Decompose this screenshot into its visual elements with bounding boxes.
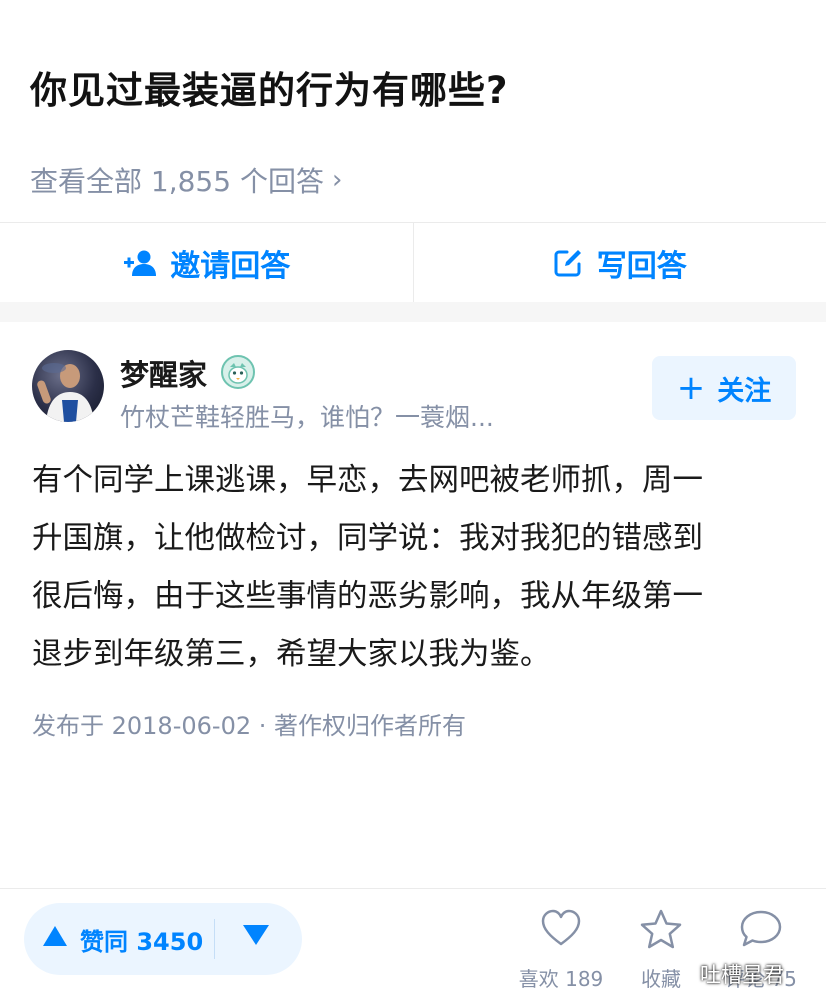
section-divider <box>0 302 826 322</box>
follow-label: 关注 <box>717 375 772 407</box>
follow-button[interactable]: + 关注 <box>652 356 796 420</box>
invite-user-icon <box>122 249 157 277</box>
triangle-up-icon <box>42 925 68 953</box>
upvote-label: 赞同 3450 <box>80 927 204 956</box>
vote-pill: 赞同 3450 <box>24 903 302 975</box>
question-title: 你见过最装逼的行为有哪些? <box>30 69 509 112</box>
answer-line: 升国旗，让他做检讨，同学说：我对我犯的错感到 <box>32 521 703 556</box>
watermark: 吐槽星君 <box>700 963 784 987</box>
downvote-button[interactable] <box>242 923 270 951</box>
plus-icon: + <box>676 368 706 408</box>
write-answer-button[interactable]: 写回答 <box>412 223 826 302</box>
invite-answer-button[interactable]: 邀请回答 <box>0 223 413 302</box>
write-answer-label: 写回答 <box>596 248 687 284</box>
answer-line: 退步到年级第三，希望大家以我为鉴。 <box>32 637 551 672</box>
publish-info: 发布于 2018-06-02 · 著作权归作者所有 <box>32 712 466 740</box>
like-button[interactable]: 喜欢 189 <box>516 909 606 992</box>
upvote-button[interactable]: 赞同 3450 <box>24 922 203 957</box>
invite-answer-label: 邀请回答 <box>170 248 291 284</box>
like-label: 喜欢 189 <box>518 967 604 991</box>
answer-line: 很后悔，由于这些事情的恶劣影响，我从年级第一 <box>32 579 703 614</box>
author-row: 梦醒家 竹杖芒鞋轻胜马，谁怕？一蓑烟... + 关注 <box>0 322 826 442</box>
author-name[interactable]: 梦醒家 <box>120 352 207 394</box>
triangle-down-icon <box>243 925 269 945</box>
chevron-right-icon: › <box>331 165 343 195</box>
answer-line: 有个同学上课逃课，早恋，去网吧被老师抓，周一 <box>32 463 703 498</box>
bottom-bar: 赞同 3450 喜欢 189 收藏 评论 75 吐槽星君 <box>0 888 826 1008</box>
collect-button[interactable]: 收藏 <box>616 909 706 992</box>
view-all-label: 查看全部 1,855 个回答 <box>30 165 324 198</box>
vote-separator <box>214 919 215 959</box>
answer-body: 有个同学上课逃课，早恋，去网吧被老师抓，周一 升国旗，让他做检讨，同学说：我对我… <box>32 452 802 684</box>
star-icon <box>616 909 706 953</box>
edit-icon <box>553 248 583 278</box>
collect-label: 收藏 <box>641 967 681 991</box>
view-all-answers-link[interactable]: 查看全部 1,855 个回答 › <box>30 160 342 200</box>
heart-icon <box>516 909 606 953</box>
avatar[interactable] <box>32 350 104 422</box>
action-bar: 邀请回答 写回答 <box>0 222 826 302</box>
zhihu-badge-icon <box>220 354 256 394</box>
author-bio: 竹杖芒鞋轻胜马，谁怕？一蓑烟... <box>120 403 494 432</box>
comment-bubble-icon <box>716 909 806 953</box>
